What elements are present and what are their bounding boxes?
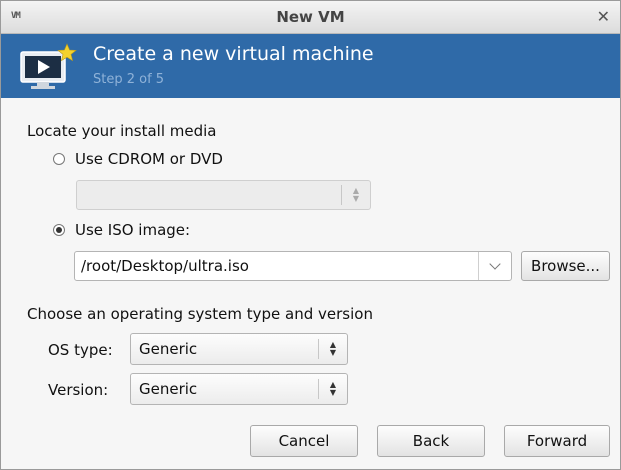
cancel-button[interactable]: Cancel <box>250 425 358 457</box>
updown-arrow-icon: ▲ ▼ <box>352 186 360 203</box>
back-button[interactable]: Back <box>377 425 485 457</box>
version-value: Generic <box>139 380 198 398</box>
iso-path-combo[interactable]: /root/Desktop/ultra.iso <box>74 251 512 281</box>
wizard-title: Create a new virtual machine <box>93 43 374 65</box>
monitor-icon <box>20 43 77 89</box>
iso-radio-button[interactable] <box>53 224 65 236</box>
cdrom-radio-label: Use CDROM or DVD <box>75 150 223 168</box>
os-type-value: Generic <box>139 340 198 358</box>
new-vm-dialog: VM New VM ✕ Create a new virtual machine… <box>0 0 621 470</box>
version-select[interactable]: Generic ▲ ▼ <box>130 373 348 405</box>
iso-radio[interactable]: Use ISO image: <box>53 221 190 239</box>
chevron-down-icon <box>489 258 501 270</box>
os-type-select[interactable]: Generic ▲ ▼ <box>130 333 348 365</box>
iso-radio-label: Use ISO image: <box>75 221 191 239</box>
iso-path-dropdown[interactable] <box>478 252 511 280</box>
forward-button[interactable]: Forward <box>504 425 610 457</box>
os-type-label: OS type: <box>48 341 113 359</box>
wizard-header: Create a new virtual machine Step 2 of 5 <box>1 34 620 98</box>
wizard-step: Step 2 of 5 <box>93 72 165 87</box>
cdrom-radio[interactable]: Use CDROM or DVD <box>53 150 223 168</box>
updown-arrow-icon: ▲ ▼ <box>329 380 337 397</box>
updown-arrow-icon: ▲ ▼ <box>329 340 337 357</box>
browse-button[interactable]: Browse... <box>521 251 610 281</box>
window-title: New VM <box>276 8 345 26</box>
cdrom-select[interactable]: ▲ ▼ <box>76 180 371 210</box>
iso-path-input[interactable]: /root/Desktop/ultra.iso <box>75 257 478 275</box>
close-icon[interactable]: ✕ <box>597 7 610 26</box>
os-section-heading: Choose an operating system type and vers… <box>27 305 373 323</box>
install-media-heading: Locate your install media <box>27 122 217 140</box>
cdrom-radio-button[interactable] <box>53 153 65 165</box>
title-bar[interactable]: VM New VM ✕ <box>1 1 620 34</box>
version-label: Version: <box>48 381 109 399</box>
